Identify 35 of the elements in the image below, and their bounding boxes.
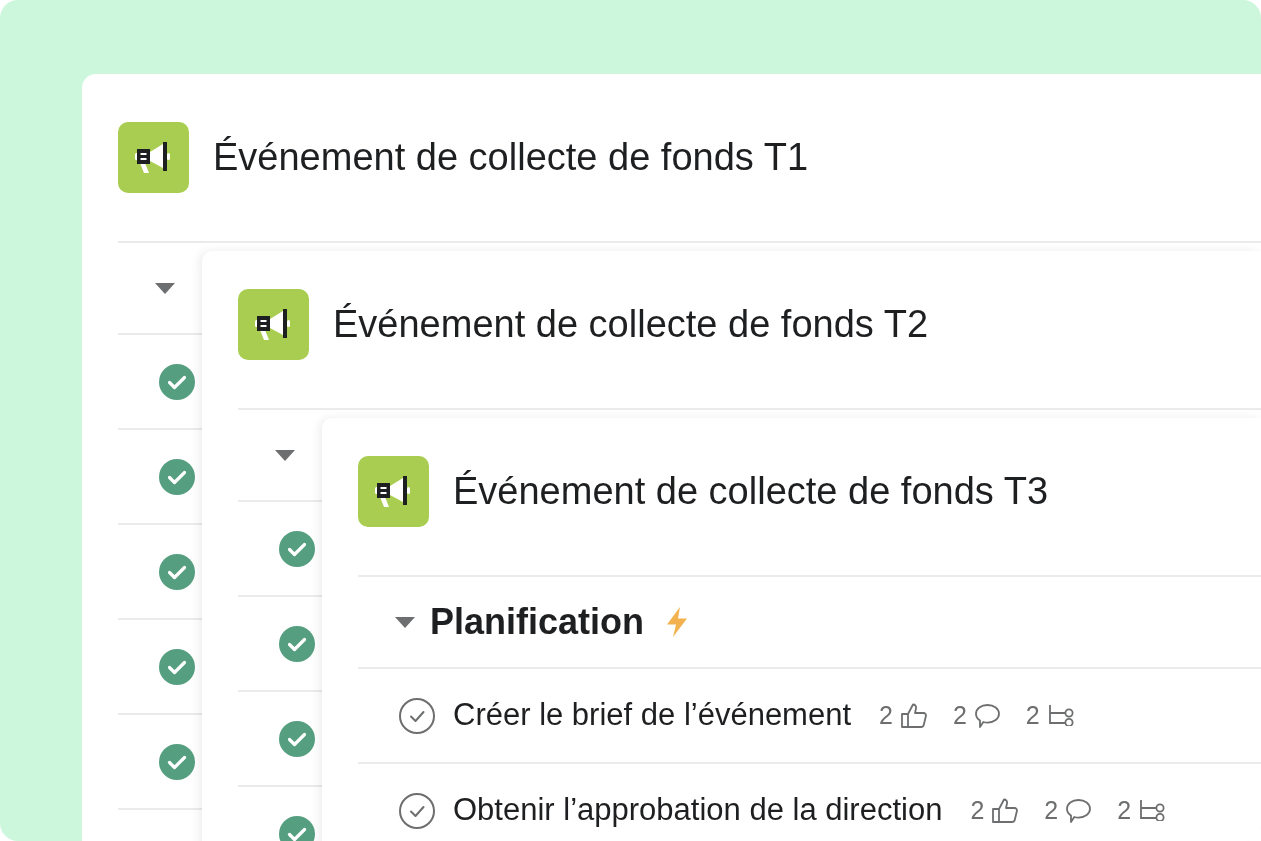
section-title: Planification — [430, 601, 645, 643]
subtask-count: 2 — [1025, 701, 1040, 730]
thumbs-up-icon[interactable] — [992, 798, 1019, 823]
project-title: Événement de collecte de fonds T1 — [213, 135, 808, 180]
check-circle-icon[interactable] — [159, 648, 195, 685]
subtask-count: 2 — [1117, 796, 1132, 825]
like-count: 2 — [970, 796, 985, 825]
megaphone-icon — [358, 456, 429, 527]
like-count: 2 — [879, 701, 893, 730]
check-circle-icon[interactable] — [279, 530, 315, 567]
check-circle-icon[interactable] — [399, 792, 435, 829]
subtask-icon[interactable] — [1047, 705, 1074, 726]
caret-icon[interactable] — [155, 282, 175, 294]
check-circle-icon[interactable] — [279, 720, 315, 757]
project-title: Événement de collecte de fonds T3 — [453, 469, 1048, 514]
check-circle-icon[interactable] — [159, 363, 195, 400]
comment-count: 2 — [952, 701, 967, 730]
check-circle-icon[interactable] — [279, 625, 315, 662]
megaphone-icon — [118, 122, 189, 193]
megaphone-icon — [238, 289, 309, 360]
task-name: Obtenir l’approbation de la direction — [453, 793, 943, 828]
check-circle-icon[interactable] — [159, 553, 195, 590]
caret-icon[interactable] — [275, 449, 295, 461]
thumbs-up-icon[interactable] — [900, 703, 927, 728]
comment-icon[interactable] — [1066, 798, 1092, 823]
comment-icon[interactable] — [974, 703, 1000, 728]
project-title: Événement de collecte de fonds T2 — [333, 302, 928, 347]
task-name: Créer le brief de l’événement — [453, 698, 852, 733]
lightning-icon — [666, 607, 689, 637]
check-circle-icon[interactable] — [159, 458, 195, 495]
check-circle-icon[interactable] — [159, 743, 195, 780]
comment-count: 2 — [1044, 796, 1059, 825]
subtask-icon[interactable] — [1139, 800, 1166, 821]
caret-icon[interactable] — [395, 616, 415, 628]
check-circle-icon[interactable] — [399, 697, 435, 734]
